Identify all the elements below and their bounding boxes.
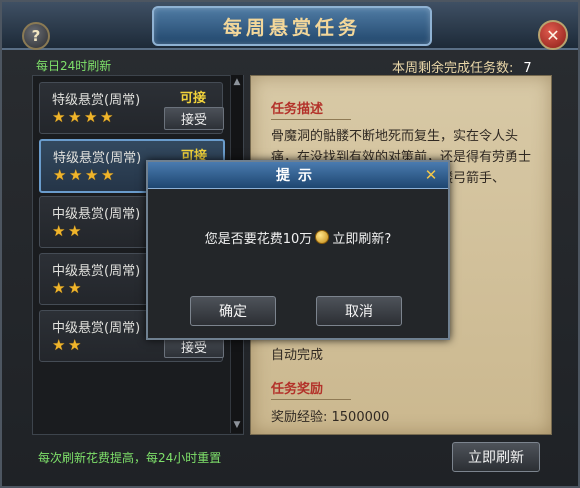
reward-text: 奖励经验: 1500000 xyxy=(271,410,390,425)
dialog-message-after: 立即刷新? xyxy=(332,232,392,247)
star-icon: ★ xyxy=(84,108,98,126)
refresh-now-button[interactable]: 立即刷新 xyxy=(452,442,540,472)
window-titlebar: 每周悬赏任务 xyxy=(2,2,578,50)
refresh-info: 每日24时刷新 xyxy=(36,59,112,73)
dialog-message-before: 您是否要花费10万 xyxy=(204,232,313,247)
remaining-label: 本周剩余完成任务数: xyxy=(392,61,514,76)
star-icon: ★ xyxy=(52,222,66,240)
window-title: 每周悬赏任务 xyxy=(152,6,432,46)
accept-button[interactable]: 接受 xyxy=(164,107,224,130)
scroll-down-icon[interactable]: ▼ xyxy=(232,420,242,430)
description-heading: 任务描述 xyxy=(271,98,351,120)
star-rating: ★ ★ ★ ★ xyxy=(53,168,115,184)
completion-text: 自动完成 xyxy=(271,348,324,363)
star-icon: ★ xyxy=(68,336,82,354)
task-name: 特级悬赏(周常) xyxy=(52,93,141,108)
close-icon[interactable]: ✕ xyxy=(538,20,568,50)
dialog-message: 您是否要花费10万 立即刷新? xyxy=(148,228,448,247)
task-name: 特级悬赏(周常) xyxy=(53,151,142,166)
star-icon: ★ xyxy=(85,166,99,184)
bounty-window: 每周悬赏任务 ? ✕ 每日24时刷新 本周剩余完成任务数: 7 特级悬赏(周常) … xyxy=(0,0,580,488)
dialog-close-icon[interactable]: ✕ xyxy=(422,166,440,184)
star-rating: ★ ★ xyxy=(52,281,82,297)
star-rating: ★ ★ xyxy=(52,338,82,354)
star-icon: ★ xyxy=(53,166,67,184)
task-name: 中级悬赏(周常) xyxy=(52,264,141,279)
task-item[interactable]: 特级悬赏(周常) 可接 ★ ★ ★ ★ 接受 xyxy=(39,82,224,134)
cancel-button[interactable]: 取消 xyxy=(316,296,402,326)
refresh-cost-note: 每次刷新花费提高，每24小时重置 xyxy=(38,451,222,465)
star-icon: ★ xyxy=(68,108,82,126)
dialog-title: 提示 xyxy=(148,162,448,189)
reward-heading: 任务奖励 xyxy=(271,378,351,400)
star-icon: ★ xyxy=(100,108,114,126)
task-status: 可接 xyxy=(180,91,207,106)
confirm-dialog: 提示 ✕ 您是否要花费10万 立即刷新? 确定 取消 xyxy=(146,160,450,340)
star-icon: ★ xyxy=(68,222,82,240)
star-icon: ★ xyxy=(52,336,66,354)
star-icon: ★ xyxy=(69,166,83,184)
gold-coin-icon xyxy=(315,230,330,244)
remaining-count: 7 xyxy=(523,61,532,76)
help-icon[interactable]: ? xyxy=(22,22,50,50)
star-icon: ★ xyxy=(52,108,66,126)
star-rating: ★ ★ ★ ★ xyxy=(52,110,114,126)
task-name: 中级悬赏(周常) xyxy=(52,321,141,336)
star-icon: ★ xyxy=(52,279,66,297)
task-name: 中级悬赏(周常) xyxy=(52,207,141,222)
star-icon: ★ xyxy=(68,279,82,297)
scroll-up-icon[interactable]: ▲ xyxy=(232,77,242,87)
star-icon: ★ xyxy=(101,166,115,184)
star-rating: ★ ★ xyxy=(52,224,82,240)
remaining-tasks: 本周剩余完成任务数: 7 xyxy=(392,57,532,76)
confirm-button[interactable]: 确定 xyxy=(190,296,276,326)
